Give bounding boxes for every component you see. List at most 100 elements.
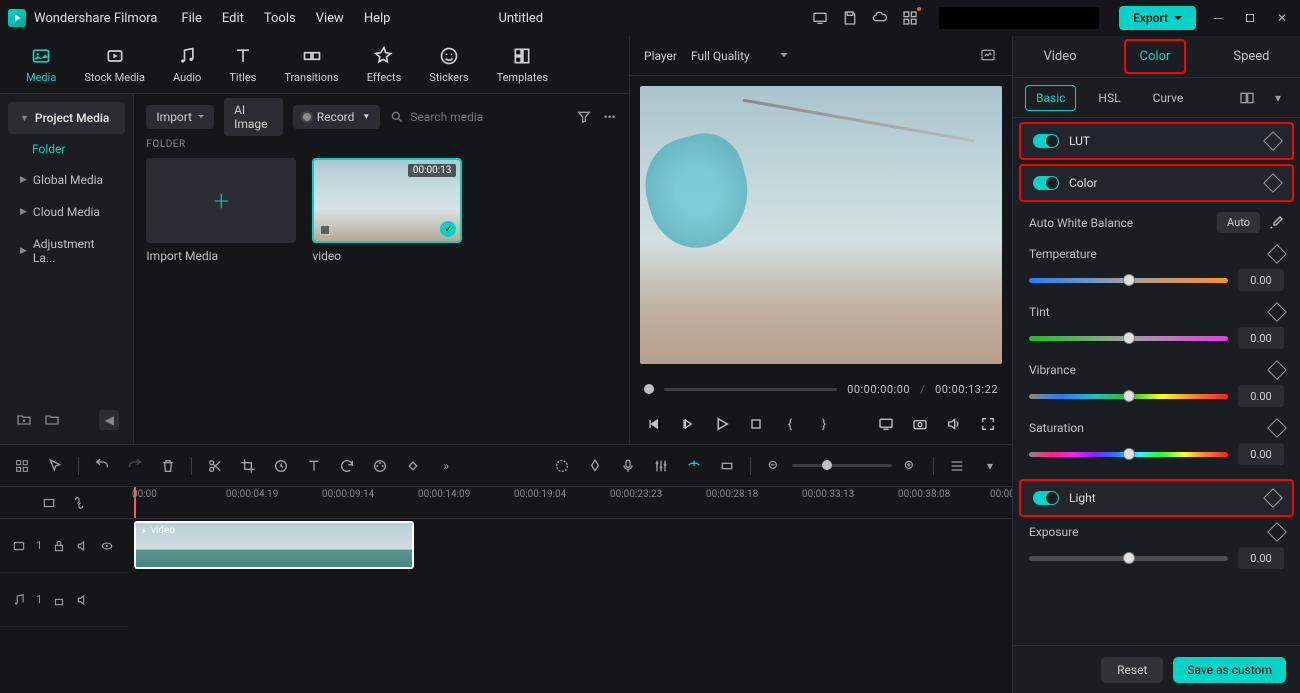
- light-toggle[interactable]: [1033, 491, 1059, 505]
- color-tool-icon[interactable]: [370, 456, 390, 476]
- mute-icon[interactable]: [76, 539, 90, 553]
- prev-frame-icon[interactable]: [644, 414, 664, 434]
- saturation-value[interactable]: 0.00: [1238, 443, 1284, 465]
- subtab-basic[interactable]: Basic: [1025, 85, 1076, 111]
- menu-file[interactable]: File: [181, 11, 201, 26]
- tab-stock-media[interactable]: Stock Media: [70, 41, 159, 88]
- preview-canvas[interactable]: [630, 76, 1012, 374]
- reset-button[interactable]: Reset: [1101, 657, 1163, 683]
- saturation-track[interactable]: [1029, 452, 1228, 457]
- tab-video[interactable]: Video: [1029, 41, 1090, 72]
- split-icon[interactable]: [205, 456, 225, 476]
- eyedropper-icon[interactable]: [1268, 215, 1284, 231]
- quality-dropdown[interactable]: Full Quality: [691, 49, 788, 63]
- mark-in-icon[interactable]: {: [780, 414, 800, 434]
- add-folder-icon[interactable]: [14, 410, 34, 430]
- zoom-in-icon[interactable]: [900, 456, 920, 476]
- sidebar-folder[interactable]: Folder: [8, 134, 125, 164]
- exposure-value[interactable]: 0.00: [1238, 547, 1284, 569]
- close-button[interactable]: ✕: [1272, 8, 1292, 28]
- video-track-header[interactable]: 1: [0, 519, 128, 573]
- voiceover-icon[interactable]: [618, 456, 638, 476]
- tab-effects[interactable]: Effects: [353, 41, 416, 88]
- tint-value[interactable]: 0.00: [1238, 327, 1284, 349]
- stop-icon[interactable]: [746, 414, 766, 434]
- ai-image-button[interactable]: AI Image: [224, 98, 283, 136]
- lut-keyframe-icon[interactable]: [1263, 131, 1283, 151]
- account-area[interactable]: [939, 7, 1099, 29]
- snapshot-icon[interactable]: [980, 47, 998, 65]
- text-tool-icon[interactable]: [304, 456, 324, 476]
- step-back-icon[interactable]: [678, 414, 698, 434]
- visibility-icon[interactable]: [100, 539, 114, 553]
- saturation-keyframe-icon[interactable]: [1267, 418, 1287, 438]
- speed-tool-icon[interactable]: [271, 456, 291, 476]
- scrub-track[interactable]: [664, 388, 837, 391]
- scrub-handle[interactable]: [644, 384, 654, 394]
- display-icon[interactable]: [876, 414, 896, 434]
- minimize-button[interactable]: ─: [1208, 8, 1228, 28]
- auto-ripple-icon[interactable]: [717, 456, 737, 476]
- sidebar-adjustment-layer[interactable]: ▶Adjustment La...: [8, 228, 125, 274]
- color-section-header[interactable]: Color: [1019, 164, 1294, 202]
- subtab-dropdown-icon[interactable]: ▾: [1268, 88, 1288, 108]
- timeline-ruler[interactable]: 00:00 00:00:04:19 00:00:09:14 00:00:14:0…: [128, 487, 1012, 518]
- mark-out-icon[interactable]: }: [814, 414, 834, 434]
- tab-transitions[interactable]: Transitions: [270, 41, 352, 88]
- auto-button[interactable]: Auto: [1217, 212, 1260, 233]
- color-toggle[interactable]: [1033, 176, 1059, 190]
- play-icon[interactable]: [712, 414, 732, 434]
- import-media-card[interactable]: +: [146, 158, 296, 243]
- cloud-icon[interactable]: [871, 9, 889, 27]
- light-keyframe-icon[interactable]: [1263, 488, 1283, 508]
- save-icon[interactable]: [841, 9, 859, 27]
- folder-icon[interactable]: [42, 410, 62, 430]
- export-button[interactable]: Export: [1119, 6, 1196, 30]
- undo-icon[interactable]: [92, 456, 112, 476]
- tab-media[interactable]: Media: [12, 41, 70, 88]
- timeline-clip[interactable]: video: [134, 521, 414, 569]
- exposure-keyframe-icon[interactable]: [1267, 522, 1287, 542]
- sidebar-project-media[interactable]: ▼Project Media: [8, 102, 125, 134]
- crop-icon[interactable]: [238, 456, 258, 476]
- tint-keyframe-icon[interactable]: [1267, 302, 1287, 322]
- tab-titles[interactable]: Titles: [215, 41, 270, 88]
- sidebar-cloud-media[interactable]: ▶Cloud Media: [8, 196, 125, 228]
- track-content[interactable]: video: [128, 519, 1012, 693]
- save-as-custom-button[interactable]: Save as custom: [1173, 657, 1286, 683]
- volume-icon[interactable]: [944, 414, 964, 434]
- audio-mixer-icon[interactable]: [651, 456, 671, 476]
- timeline-zoom[interactable]: [764, 456, 920, 476]
- light-section-header[interactable]: Light: [1019, 479, 1294, 517]
- pointer-tool-icon[interactable]: [45, 456, 65, 476]
- vibrance-value[interactable]: 0.00: [1238, 385, 1284, 407]
- tab-color[interactable]: Color: [1124, 39, 1187, 74]
- refresh-icon[interactable]: [337, 456, 357, 476]
- color-keyframe-icon[interactable]: [1263, 173, 1283, 193]
- track-view-icon[interactable]: [947, 456, 967, 476]
- track-options-icon[interactable]: ▾: [980, 456, 1000, 476]
- media-clip-thumbnail[interactable]: 00:00:13 ✓: [312, 158, 462, 243]
- tab-speed[interactable]: Speed: [1219, 41, 1283, 72]
- sidebar-global-media[interactable]: ▶Global Media: [8, 164, 125, 196]
- keyframe-tool-icon[interactable]: [403, 456, 423, 476]
- device-icon[interactable]: [811, 9, 829, 27]
- import-dropdown[interactable]: Import: [146, 105, 214, 129]
- subtab-curves[interactable]: Curve: [1143, 86, 1194, 110]
- search-input[interactable]: [410, 110, 566, 124]
- camera-icon[interactable]: [910, 414, 930, 434]
- lut-section-header[interactable]: LUT: [1019, 122, 1294, 160]
- temperature-keyframe-icon[interactable]: [1267, 244, 1287, 264]
- link-icon[interactable]: [69, 493, 89, 513]
- tab-stickers[interactable]: Stickers: [415, 41, 482, 88]
- more-tools-icon[interactable]: »: [436, 456, 456, 476]
- lut-toggle[interactable]: [1033, 134, 1059, 148]
- render-icon[interactable]: [552, 456, 572, 476]
- lock-icon[interactable]: [52, 593, 66, 607]
- filter-icon[interactable]: [576, 108, 592, 126]
- vibrance-keyframe-icon[interactable]: [1267, 360, 1287, 380]
- lock-icon[interactable]: [52, 539, 66, 553]
- marker-icon[interactable]: [585, 456, 605, 476]
- temperature-value[interactable]: 0.00: [1238, 269, 1284, 291]
- record-dropdown[interactable]: Record▼: [293, 105, 381, 129]
